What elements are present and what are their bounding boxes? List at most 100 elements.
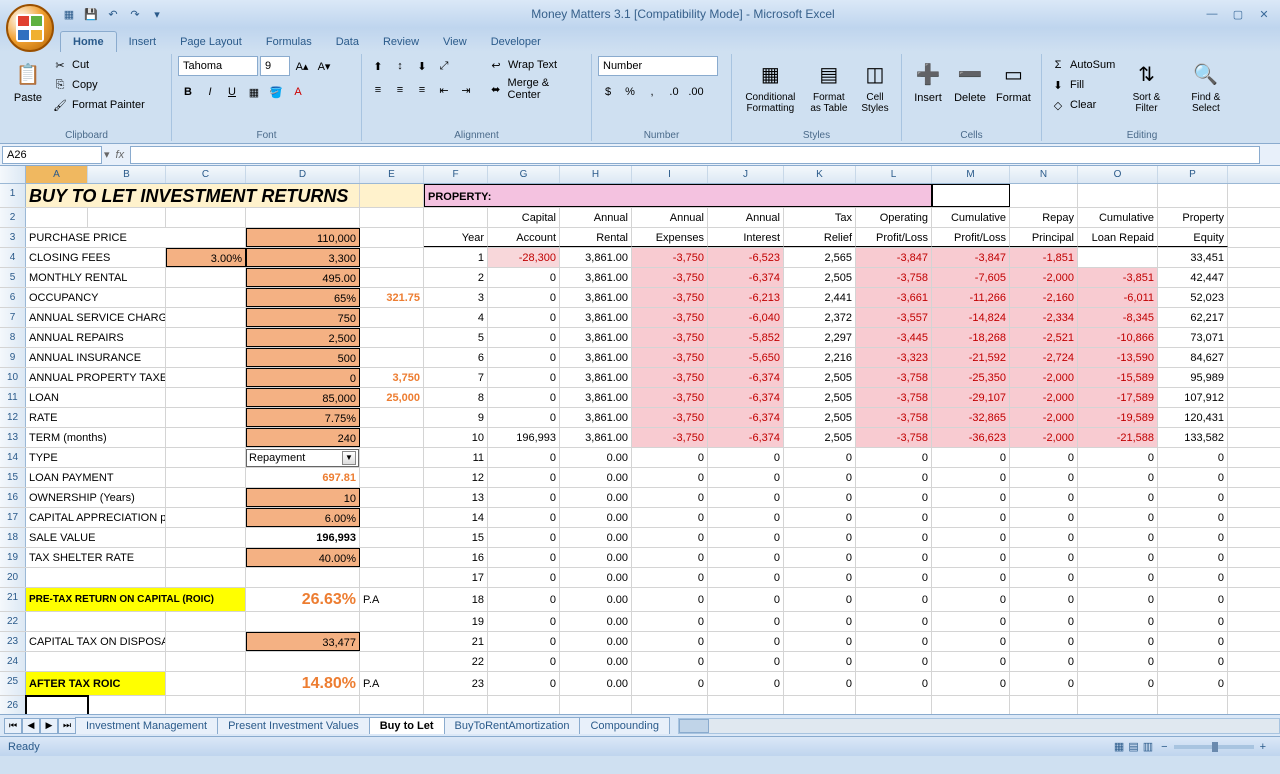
- cell[interactable]: 0: [1010, 548, 1078, 567]
- cell[interactable]: -14,824: [932, 308, 1010, 327]
- cell[interactable]: 2: [424, 268, 488, 287]
- cell[interactable]: 3,861.00: [560, 248, 632, 267]
- cell[interactable]: 0: [1078, 612, 1158, 631]
- cell[interactable]: 0: [488, 448, 560, 467]
- cell[interactable]: 3,861.00: [560, 288, 632, 307]
- cell[interactable]: 0: [932, 468, 1010, 487]
- cell[interactable]: [166, 672, 246, 695]
- cell[interactable]: 0: [1078, 632, 1158, 651]
- cell[interactable]: -3,445: [856, 328, 932, 347]
- cell[interactable]: [360, 308, 424, 327]
- last-sheet-button[interactable]: ⏭: [58, 718, 76, 734]
- cell[interactable]: 0: [632, 612, 708, 631]
- cell[interactable]: 0: [1010, 488, 1078, 507]
- cell[interactable]: 107,912: [1158, 388, 1228, 407]
- cell[interactable]: -19,589: [1078, 408, 1158, 427]
- cell[interactable]: -3,750: [632, 248, 708, 267]
- cell[interactable]: [166, 368, 246, 387]
- cell[interactable]: 2,505: [784, 428, 856, 447]
- cell[interactable]: 0: [632, 588, 708, 611]
- border-button[interactable]: ▦: [244, 82, 264, 102]
- cell[interactable]: -6,213: [708, 288, 784, 307]
- cell[interactable]: [360, 508, 424, 527]
- cell[interactable]: 0: [708, 508, 784, 527]
- clear-button[interactable]: ◇Clear: [1048, 96, 1117, 114]
- cell[interactable]: -6,374: [708, 388, 784, 407]
- cell[interactable]: [360, 652, 424, 671]
- cell[interactable]: CLOSING FEES: [26, 248, 166, 267]
- cell[interactable]: 52,023: [1158, 288, 1228, 307]
- cell[interactable]: -2,000: [1010, 408, 1078, 427]
- cell[interactable]: TERM (months): [26, 428, 166, 447]
- cell[interactable]: 0.00: [560, 468, 632, 487]
- currency-icon[interactable]: $: [598, 82, 618, 102]
- cell[interactable]: [166, 508, 246, 527]
- cell[interactable]: [246, 568, 360, 587]
- increase-font-icon[interactable]: A▴: [292, 56, 312, 76]
- cell[interactable]: 0: [784, 488, 856, 507]
- cell[interactable]: [26, 568, 166, 587]
- cell[interactable]: RATE: [26, 408, 166, 427]
- col-header-J[interactable]: J: [708, 166, 784, 183]
- cell[interactable]: 2,372: [784, 308, 856, 327]
- cell[interactable]: 0: [488, 612, 560, 631]
- col-header-E[interactable]: E: [360, 166, 424, 183]
- cell[interactable]: 0: [1158, 448, 1228, 467]
- cell[interactable]: CAPITAL APPRECIATION p.a: [26, 508, 166, 527]
- cell[interactable]: 5: [424, 328, 488, 347]
- cell[interactable]: 0: [856, 468, 932, 487]
- tab-data[interactable]: Data: [324, 32, 371, 52]
- cell[interactable]: 3,750: [360, 368, 424, 387]
- cell[interactable]: CAPITAL TAX ON DISPOSAL: [26, 632, 166, 651]
- cell[interactable]: -3,758: [856, 408, 932, 427]
- cell[interactable]: 0: [856, 528, 932, 547]
- cell[interactable]: -8,345: [1078, 308, 1158, 327]
- cell[interactable]: [360, 348, 424, 367]
- cell[interactable]: 0: [1010, 632, 1078, 651]
- cell[interactable]: -1,851: [1010, 248, 1078, 267]
- cell[interactable]: 15: [424, 528, 488, 547]
- cell[interactable]: 85,000: [246, 388, 360, 407]
- cell[interactable]: PRE-TAX RETURN ON CAPITAL (ROIC): [26, 588, 246, 611]
- cell[interactable]: 8: [424, 388, 488, 407]
- cell[interactable]: -6,374: [708, 408, 784, 427]
- cell[interactable]: [166, 612, 246, 631]
- cell[interactable]: LOAN: [26, 388, 166, 407]
- merge-center-button[interactable]: ⬌Merge & Center: [486, 76, 585, 102]
- cell[interactable]: MONTHLY RENTAL: [26, 268, 166, 287]
- cell[interactable]: 42,447: [1158, 268, 1228, 287]
- cell[interactable]: 0: [1078, 548, 1158, 567]
- cell[interactable]: 321.75: [360, 288, 424, 307]
- cell[interactable]: 0: [784, 612, 856, 631]
- cell[interactable]: 0: [488, 508, 560, 527]
- cell[interactable]: [166, 268, 246, 287]
- cell[interactable]: 4: [424, 308, 488, 327]
- horizontal-scrollbar[interactable]: [678, 718, 1280, 734]
- cell[interactable]: 7: [424, 368, 488, 387]
- cell[interactable]: 0: [784, 568, 856, 587]
- format-cells-button[interactable]: ▭Format: [992, 56, 1035, 106]
- cell[interactable]: 0: [856, 612, 932, 631]
- cell[interactable]: 2,441: [784, 288, 856, 307]
- cell[interactable]: [166, 448, 246, 467]
- cell[interactable]: 23: [424, 672, 488, 695]
- cell[interactable]: 0: [932, 548, 1010, 567]
- sheet-tab-compounding[interactable]: Compounding: [579, 717, 670, 734]
- cell[interactable]: 0: [488, 588, 560, 611]
- cell[interactable]: 3,861.00: [560, 368, 632, 387]
- cell[interactable]: 0: [246, 368, 360, 387]
- row-header-5[interactable]: 5: [0, 268, 26, 287]
- tab-home[interactable]: Home: [60, 31, 117, 52]
- decrease-font-icon[interactable]: A▾: [314, 56, 334, 76]
- cell[interactable]: 84,627: [1158, 348, 1228, 367]
- cell[interactable]: 0: [932, 568, 1010, 587]
- col-header-K[interactable]: K: [784, 166, 856, 183]
- first-sheet-button[interactable]: ⏮: [4, 718, 22, 734]
- cell[interactable]: [360, 428, 424, 447]
- row-header-16[interactable]: 16: [0, 488, 26, 507]
- cell[interactable]: [932, 696, 1010, 714]
- cell[interactable]: [708, 696, 784, 714]
- chevron-down-icon[interactable]: ▼: [342, 451, 356, 465]
- cell[interactable]: 750: [246, 308, 360, 327]
- cell[interactable]: 0.00: [560, 508, 632, 527]
